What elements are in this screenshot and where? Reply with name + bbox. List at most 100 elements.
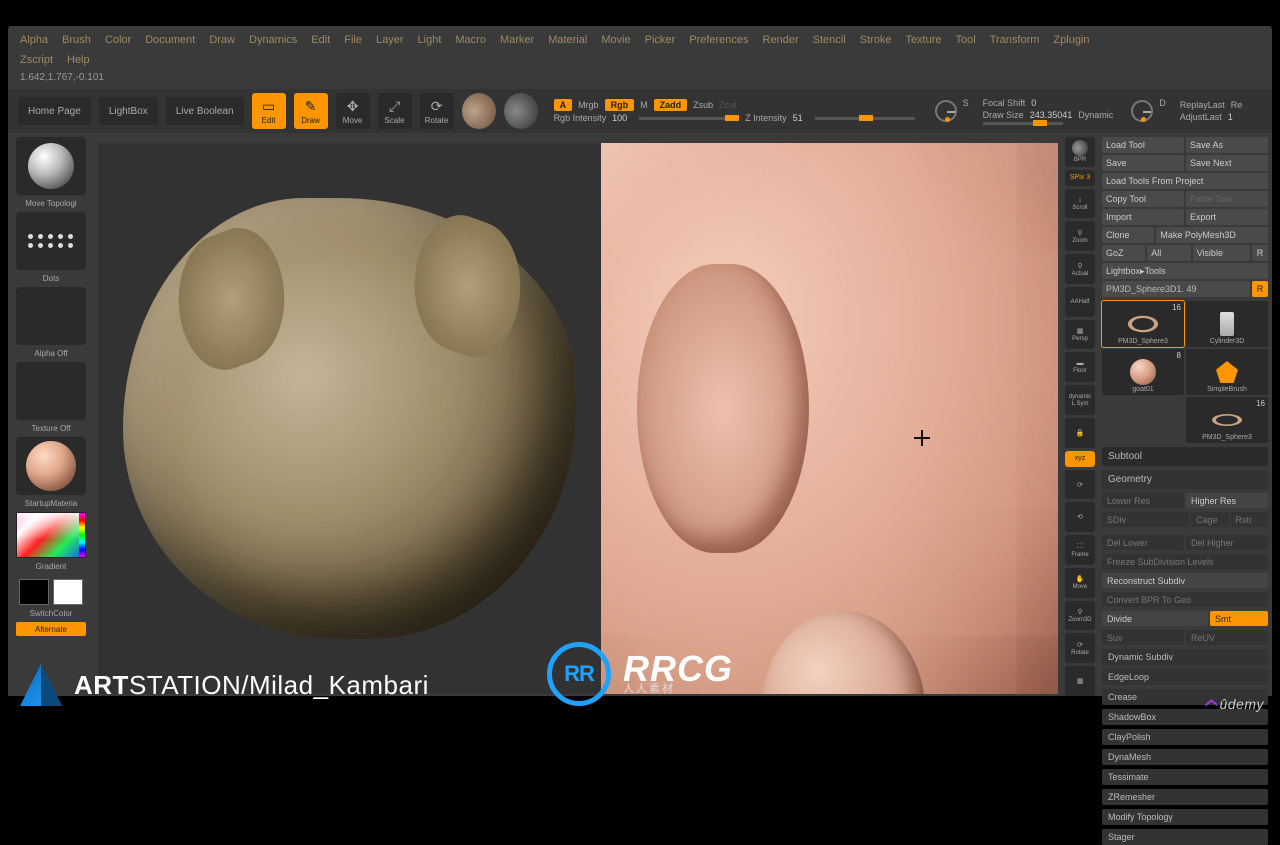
mode-scale[interactable]: ⤢Scale bbox=[378, 93, 412, 129]
goz-button[interactable]: GoZ bbox=[1102, 245, 1145, 261]
adjust-dial[interactable] bbox=[1131, 100, 1153, 122]
goz-all-button[interactable]: All bbox=[1147, 245, 1190, 261]
cage-button[interactable]: Cage bbox=[1191, 512, 1229, 527]
gradient-label[interactable]: Gradient bbox=[36, 560, 67, 573]
lower-res-button[interactable]: Lower Res bbox=[1102, 493, 1184, 508]
tool-thumb[interactable]: 16PM3D_Sphere3 bbox=[1102, 301, 1184, 347]
rgb-intensity-slider[interactable] bbox=[639, 117, 739, 120]
menu-item[interactable]: Stencil bbox=[813, 34, 846, 46]
suv-button[interactable]: Suv bbox=[1102, 630, 1184, 645]
del-higher-button[interactable]: Del Higher bbox=[1186, 535, 1268, 550]
re-button[interactable]: Re bbox=[1231, 100, 1243, 110]
swatch-white[interactable] bbox=[53, 579, 83, 605]
goz-r-button[interactable]: R bbox=[1252, 245, 1268, 261]
menu-item[interactable]: Zscript bbox=[20, 54, 53, 66]
tool-r-button[interactable]: R bbox=[1252, 281, 1268, 297]
geom-section[interactable]: Stager bbox=[1102, 829, 1268, 845]
menu-item[interactable]: Alpha bbox=[20, 34, 48, 46]
texture-thumb[interactable] bbox=[16, 362, 86, 420]
mode-rotate[interactable]: ⟳Rotate bbox=[420, 93, 454, 129]
bpr-button[interactable]: BPR bbox=[1065, 137, 1095, 167]
geom-section[interactable]: DynaMesh bbox=[1102, 749, 1268, 765]
copy-tool-button[interactable]: Copy Tool bbox=[1102, 191, 1184, 207]
load-tool-button[interactable]: Load Tool bbox=[1102, 137, 1184, 153]
aahalf-button[interactable]: AAHalf bbox=[1065, 287, 1095, 317]
actual-button[interactable]: ⚲Actual bbox=[1065, 254, 1095, 284]
brush-thumb[interactable] bbox=[16, 137, 86, 195]
tool-thumb[interactable]: 16PM3D_Sphere3 bbox=[1186, 397, 1268, 443]
paste-tool-button[interactable]: Paste Tool bbox=[1186, 191, 1268, 207]
flag-a[interactable]: A bbox=[554, 99, 573, 111]
scroll-button[interactable]: ↕Scroll bbox=[1065, 189, 1095, 219]
menu-item[interactable]: Marker bbox=[500, 34, 534, 46]
save-as-button[interactable]: Save As bbox=[1186, 137, 1268, 153]
xyz-button[interactable]: xyz bbox=[1065, 451, 1095, 467]
gizmo-ball[interactable] bbox=[504, 93, 538, 129]
tool-name-field[interactable]: PM3D_Sphere3D1. 49 bbox=[1102, 281, 1250, 297]
menu-item[interactable]: Macro bbox=[455, 34, 486, 46]
z-intensity-slider[interactable] bbox=[815, 117, 915, 120]
mode-move[interactable]: ✥Move bbox=[336, 93, 370, 129]
tool-thumb[interactable]: 8goat01 bbox=[1102, 349, 1184, 395]
mode-edit[interactable]: ▭Edit bbox=[252, 93, 286, 129]
menu-item[interactable]: Texture bbox=[905, 34, 941, 46]
menu-item[interactable]: Picker bbox=[645, 34, 676, 46]
import-button[interactable]: Import bbox=[1102, 209, 1184, 225]
tab-liveboolean[interactable]: Live Boolean bbox=[166, 97, 244, 125]
menu-item[interactable]: File bbox=[344, 34, 362, 46]
menu-item[interactable]: Light bbox=[418, 34, 442, 46]
flag-rgb[interactable]: Rgb bbox=[605, 99, 635, 111]
reconstruct-subdiv-button[interactable]: Reconstruct Subdiv bbox=[1102, 573, 1268, 588]
mode-draw[interactable]: ✎Draw bbox=[294, 93, 328, 129]
zoom-button[interactable]: ⚲Zoom bbox=[1065, 221, 1095, 251]
save-button[interactable]: Save bbox=[1102, 155, 1184, 171]
export-button[interactable]: Export bbox=[1186, 209, 1268, 225]
lightbox-tools-button[interactable]: Lightbox▸Tools bbox=[1102, 263, 1268, 279]
alpha-thumb[interactable] bbox=[16, 287, 86, 345]
del-lower-button[interactable]: Del Lower bbox=[1102, 535, 1184, 550]
load-tools-project-button[interactable]: Load Tools From Project bbox=[1102, 173, 1268, 189]
menu-item[interactable]: Render bbox=[763, 34, 799, 46]
make-polymesh-button[interactable]: Make PolyMesh3D bbox=[1156, 227, 1268, 243]
replay-last-button[interactable]: ReplayLast bbox=[1180, 100, 1225, 110]
menu-item[interactable]: Movie bbox=[601, 34, 630, 46]
menu-item[interactable]: Color bbox=[105, 34, 131, 46]
goz-visible-button[interactable]: Visible bbox=[1193, 245, 1250, 261]
menu-item[interactable]: Zplugin bbox=[1053, 34, 1089, 46]
flag-zadd[interactable]: Zadd bbox=[654, 99, 688, 111]
menu-item[interactable]: Stroke bbox=[860, 34, 892, 46]
menu-item[interactable]: Brush bbox=[62, 34, 91, 46]
geom-section[interactable]: ZRemesher bbox=[1102, 789, 1268, 805]
convert-bpr-button[interactable]: Convert BPR To Geo bbox=[1102, 592, 1268, 607]
geom-section[interactable]: Dynamic Subdiv bbox=[1102, 649, 1268, 665]
higher-res-button[interactable]: Higher Res bbox=[1186, 493, 1268, 508]
menu-item[interactable]: Draw bbox=[209, 34, 235, 46]
reuv-button[interactable]: ReUV bbox=[1186, 630, 1268, 645]
move3d-button[interactable]: ✋Move bbox=[1065, 568, 1095, 598]
spix-button[interactable]: SPix 3 bbox=[1065, 170, 1095, 186]
zoom3d-button[interactable]: ⚲Zoom3D bbox=[1065, 601, 1095, 631]
flag-mrgb[interactable]: Mrgb bbox=[578, 100, 599, 110]
tool-thumb[interactable]: Cylinder3D bbox=[1186, 301, 1268, 347]
sculpt-gizmo[interactable] bbox=[462, 93, 496, 129]
menu-item[interactable]: Transform bbox=[990, 34, 1040, 46]
menu-item[interactable]: Layer bbox=[376, 34, 404, 46]
grid-button[interactable]: ▦ bbox=[1065, 666, 1095, 696]
menu-item[interactable]: Dynamics bbox=[249, 34, 297, 46]
flag-zsub[interactable]: Zsub bbox=[693, 100, 713, 110]
frame-button[interactable]: ⛶Frame bbox=[1065, 535, 1095, 565]
panel-geometry[interactable]: Geometry bbox=[1102, 470, 1268, 489]
rot-cw-button[interactable]: ⟳ bbox=[1065, 470, 1095, 500]
switchcolor-label[interactable]: SwitchColor bbox=[30, 607, 73, 620]
geom-section[interactable]: ClayPolish bbox=[1102, 729, 1268, 745]
menu-item[interactable]: Tool bbox=[956, 34, 976, 46]
rot-ccw-button[interactable]: ⟲ bbox=[1065, 502, 1095, 532]
flag-m[interactable]: M bbox=[640, 100, 648, 110]
panel-subtool[interactable]: Subtool bbox=[1102, 447, 1268, 466]
clone-button[interactable]: Clone bbox=[1102, 227, 1154, 243]
dynamic-button[interactable]: dynamicL.Sym bbox=[1065, 385, 1095, 415]
menu-item[interactable]: Document bbox=[145, 34, 195, 46]
dynamic-label[interactable]: Dynamic bbox=[1078, 110, 1113, 120]
geom-section[interactable]: Tessimate bbox=[1102, 769, 1268, 785]
menu-item[interactable]: Material bbox=[548, 34, 587, 46]
